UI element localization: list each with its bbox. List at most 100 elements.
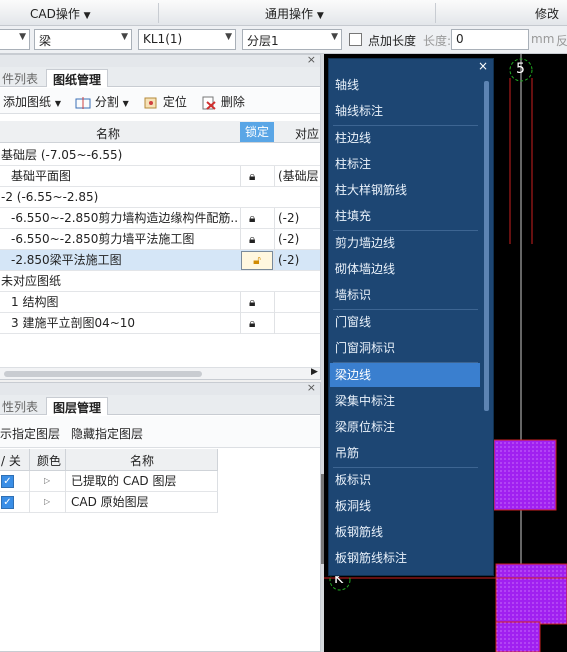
show-specified-layer-button[interactable]: 示指定图层	[0, 425, 60, 442]
tab-layer-management[interactable]: 图层管理	[46, 397, 109, 415]
menu-item-hanger-rebar[interactable]: 吊筋	[330, 441, 480, 465]
table-row[interactable]: -6.550~-2.850剪力墙平法施工图 🔒︎ (-2)	[0, 229, 320, 250]
tab-drawing-management[interactable]: 图纸管理	[46, 69, 109, 87]
cell-divider	[274, 250, 275, 271]
column-hatch	[493, 439, 557, 511]
tab-component-list[interactable]: 件列表	[0, 69, 44, 87]
category-select[interactable]: ▼	[0, 29, 30, 50]
row-name: -2 (-6.55~-2.85)	[1, 190, 99, 204]
cell-divider	[240, 208, 241, 229]
cell-divider	[240, 166, 241, 187]
column-hatch	[495, 621, 541, 652]
add-drawing-button[interactable]: 添加图纸 ▼	[3, 93, 61, 110]
general-ops-label: 通用操作	[265, 7, 314, 21]
lock-icon[interactable]: 🔒︎	[249, 313, 255, 334]
hide-specified-layer-button[interactable]: 隐藏指定图层	[71, 425, 143, 442]
menu-item-column-detail-rebar[interactable]: 柱大样钢筋线	[330, 178, 480, 202]
locate-icon	[144, 97, 157, 108]
cell-divider	[274, 292, 275, 313]
menu-item-slab-label[interactable]: 板标识	[330, 468, 480, 492]
point-length-checkbox[interactable]	[349, 33, 362, 46]
group-row[interactable]: -2 (-6.55~-2.85)	[0, 187, 320, 208]
split-button[interactable]: 分割 ▼	[75, 93, 129, 110]
table-row[interactable]: 3 建施平立剖图04~10 🔒︎	[0, 313, 320, 334]
locate-button[interactable]: 定位	[143, 93, 187, 110]
menu-item-beam-centralized-label[interactable]: 梁集中标注	[330, 389, 480, 413]
cell-divider	[274, 208, 275, 229]
horizontal-scrollbar[interactable]: ▶	[0, 367, 320, 379]
menu-item-beam-in-situ-label[interactable]: 梁原位标注	[330, 415, 480, 439]
group-row[interactable]: 未对应图纸	[0, 271, 320, 292]
menu-item-axis-line[interactable]: 轴线	[330, 73, 480, 97]
menu-item-beam-edge[interactable]: 梁边线	[330, 363, 480, 387]
lock-icon[interactable]: 🔒︎	[249, 229, 255, 250]
layer-visible-checkbox[interactable]: ✓	[1, 475, 14, 488]
menu-item-door-window-line[interactable]: 门窗线	[330, 310, 480, 334]
layer-name: CAD 原始图层	[71, 495, 149, 509]
drawing-management-panel: × 件列表 图纸管理 添加图纸 ▼ 分割 ▼ 定位 删除 名称 锁定 对应 基础…	[0, 53, 321, 380]
chevron-down-icon: ▼	[225, 32, 232, 42]
menu-scrollbar[interactable]	[484, 81, 489, 411]
property-toolbar: ▼ 梁 ▼ KL1(1) ▼ 分层1 ▼ 点加长度 长度: 0 mm 反	[0, 26, 567, 54]
menu-item-wall-label[interactable]: 墙标识	[330, 283, 480, 307]
col-onoff-header: / 关	[1, 454, 21, 468]
chevron-down-icon: ▼	[121, 32, 128, 42]
type-select[interactable]: 梁 ▼	[34, 29, 132, 50]
table-row[interactable]: 基础平面图 🔒︎ (基础层	[0, 166, 320, 187]
menu-item-axis-dimension[interactable]: 轴线标注	[330, 99, 480, 123]
point-length-label: 点加长度	[368, 34, 417, 48]
table-row[interactable]: 1 结构图 🔒︎	[0, 292, 320, 313]
menu-item-column-fill[interactable]: 柱填充	[330, 204, 480, 228]
cell-divider	[29, 492, 30, 513]
expand-icon[interactable]: ▷	[44, 471, 50, 492]
close-icon[interactable]: ×	[478, 59, 488, 73]
length-input[interactable]: 0	[451, 29, 529, 50]
col-lock-header[interactable]: 锁定	[240, 122, 274, 142]
row-match: (基础层	[278, 169, 319, 183]
layer-management-panel: × 性列表 图层管理 示指定图层 隐藏指定图层 / 关 颜色 名称 ✓ ▷ 已提…	[0, 381, 321, 652]
chevron-down-icon: ▼	[54, 99, 61, 108]
menu-item-column-label[interactable]: 柱标注	[330, 152, 480, 176]
table-row[interactable]: ✓ ▷ 已提取的 CAD 图层	[0, 471, 218, 492]
lock-icon[interactable]: 🔒︎	[249, 292, 255, 313]
row-match: (-2)	[278, 211, 300, 225]
group-row[interactable]: 基础层 (-7.05~-6.55)	[0, 145, 320, 166]
menu-item-shear-wall-edge[interactable]: 剪力墙边线	[330, 231, 480, 255]
cell-divider	[29, 471, 30, 492]
menu-item-masonry-wall-edge[interactable]: 砌体墙边线	[330, 257, 480, 281]
delete-button[interactable]: 删除	[201, 93, 245, 110]
unlock-icon[interactable]: 🔓︎	[241, 251, 273, 270]
scrollbar-thumb[interactable]	[4, 371, 202, 377]
table-row-selected[interactable]: -2.850梁平法施工图 🔓︎ (-2)	[0, 250, 320, 271]
chevron-down-icon: ▼	[122, 99, 129, 108]
column-hatch	[495, 563, 567, 625]
tab-property-list[interactable]: 性列表	[0, 397, 44, 415]
row-name: 基础平面图	[11, 169, 72, 183]
layer-toolbar: 示指定图层 隐藏指定图层	[0, 416, 320, 448]
row-name: -2.850梁平法施工图	[11, 253, 122, 267]
expand-icon[interactable]: ▷	[44, 492, 50, 513]
close-icon[interactable]: ×	[307, 53, 316, 66]
layer-select[interactable]: 分层1 ▼	[242, 29, 342, 50]
element-select[interactable]: KL1(1) ▼	[138, 29, 236, 50]
col-layer-name-header: 名称	[130, 454, 155, 468]
layer-name: 已提取的 CAD 图层	[71, 474, 177, 488]
menu-item-door-window-opening-label[interactable]: 门窗洞标识	[330, 336, 480, 360]
scroll-right-icon[interactable]: ▶	[311, 367, 318, 377]
menu-item-slab-rebar-label[interactable]: 板钢筋线标注	[330, 546, 480, 570]
panel-title-strip: ×	[0, 53, 320, 67]
menu-item-column-edge[interactable]: 柱边线	[330, 126, 480, 150]
menu-item-slab-rebar-line[interactable]: 板钢筋线	[330, 520, 480, 544]
table-row[interactable]: ✓ ▷ CAD 原始图层	[0, 492, 218, 513]
chevron-down-icon: ▼	[316, 11, 324, 21]
menu-item-slab-opening-line[interactable]: 板洞线	[330, 494, 480, 518]
close-icon[interactable]: ×	[307, 381, 316, 394]
cad-ops-menu[interactable]: CAD操作 ▼	[30, 5, 91, 22]
lock-icon[interactable]: 🔒︎	[249, 208, 255, 229]
layer-visible-checkbox[interactable]: ✓	[1, 496, 14, 509]
lock-icon[interactable]: 🔒︎	[249, 166, 255, 187]
panel-title-strip: ×	[0, 381, 320, 395]
general-ops-menu[interactable]: 通用操作 ▼	[265, 5, 324, 22]
cell-divider	[274, 229, 275, 250]
table-row[interactable]: -6.550~-2.850剪力墙构造边缘构件配筋... 🔒︎ (-2)	[0, 208, 320, 229]
